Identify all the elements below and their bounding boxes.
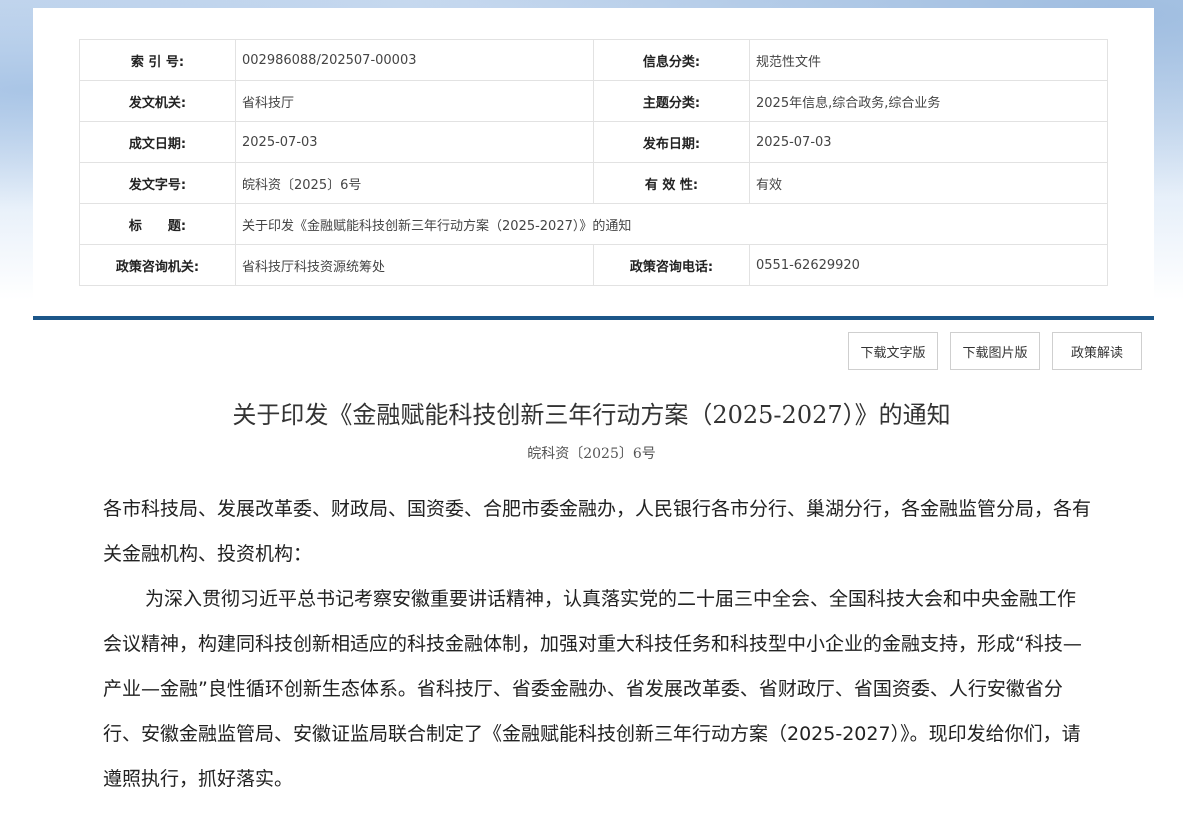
body-paragraph: 为深入贯彻习近平总书记考察安徽重要讲话精神，认真落实党的二十届三中全会、全国科技… bbox=[103, 588, 1082, 790]
download-text-button[interactable]: 下载文字版 bbox=[848, 332, 938, 370]
table-row: 标 题: 关于印发《金融赋能科技创新三年行动方案（2025-2027）》的通知 bbox=[79, 203, 1108, 245]
title-value: 关于印发《金融赋能科技创新三年行动方案（2025-2027）》的通知 bbox=[235, 203, 1108, 245]
index-number-value: 002986088/202507-00003 bbox=[235, 39, 594, 81]
published-date-label: 发布日期: bbox=[593, 121, 750, 163]
index-number-label: 索 引 号: bbox=[79, 39, 236, 81]
validity-label: 有 效 性: bbox=[593, 162, 750, 204]
consult-agency-value: 省科技厅科技资源统筹处 bbox=[235, 244, 594, 286]
info-category-label: 信息分类: bbox=[593, 39, 750, 81]
consult-phone-value: 0551-62629920 bbox=[749, 244, 1108, 286]
document-number-label: 发文字号: bbox=[79, 162, 236, 204]
consult-phone-label: 政策咨询电话: bbox=[593, 244, 750, 286]
table-row: 发文机关: 省科技厅 主题分类: 2025年信息,综合政务,综合业务 bbox=[79, 80, 1108, 122]
title-label: 标 题: bbox=[79, 203, 236, 245]
document-title: 关于印发《金融赋能科技创新三年行动方案（2025-2027）》的通知 bbox=[232, 401, 951, 429]
document-number-value: 皖科资〔2025〕6号 bbox=[235, 162, 594, 204]
validity-value: 有效 bbox=[749, 162, 1108, 204]
table-row: 索 引 号: 002986088/202507-00003 信息分类: 规范性文… bbox=[79, 39, 1108, 81]
download-image-button[interactable]: 下载图片版 bbox=[950, 332, 1040, 370]
created-date-value: 2025-07-03 bbox=[235, 121, 594, 163]
document-metadata-table: 索 引 号: 002986088/202507-00003 信息分类: 规范性文… bbox=[79, 39, 1108, 286]
issuing-agency-value: 省科技厅 bbox=[235, 80, 594, 122]
table-row: 政策咨询机关: 省科技厅科技资源统筹处 政策咨询电话: 0551-6262992… bbox=[79, 244, 1108, 286]
issuing-agency-label: 发文机关: bbox=[79, 80, 236, 122]
section-divider bbox=[33, 316, 1154, 320]
created-date-label: 成文日期: bbox=[79, 121, 236, 163]
document-number: 皖科资〔2025〕6号 bbox=[527, 446, 656, 462]
table-row: 成文日期: 2025-07-03 发布日期: 2025-07-03 bbox=[79, 121, 1108, 163]
topic-category-value: 2025年信息,综合政务,综合业务 bbox=[749, 80, 1108, 122]
recipients-paragraph: 各市科技局、发展改革委、财政局、国资委、合肥市委金融办，人民银行各市分行、巢湖分… bbox=[103, 498, 1092, 565]
policy-interpretation-button[interactable]: 政策解读 bbox=[1052, 332, 1142, 370]
info-category-value: 规范性文件 bbox=[749, 39, 1108, 81]
consult-agency-label: 政策咨询机关: bbox=[79, 244, 236, 286]
table-row: 发文字号: 皖科资〔2025〕6号 有 效 性: 有效 bbox=[79, 162, 1108, 204]
topic-category-label: 主题分类: bbox=[593, 80, 750, 122]
published-date-value: 2025-07-03 bbox=[749, 121, 1108, 163]
